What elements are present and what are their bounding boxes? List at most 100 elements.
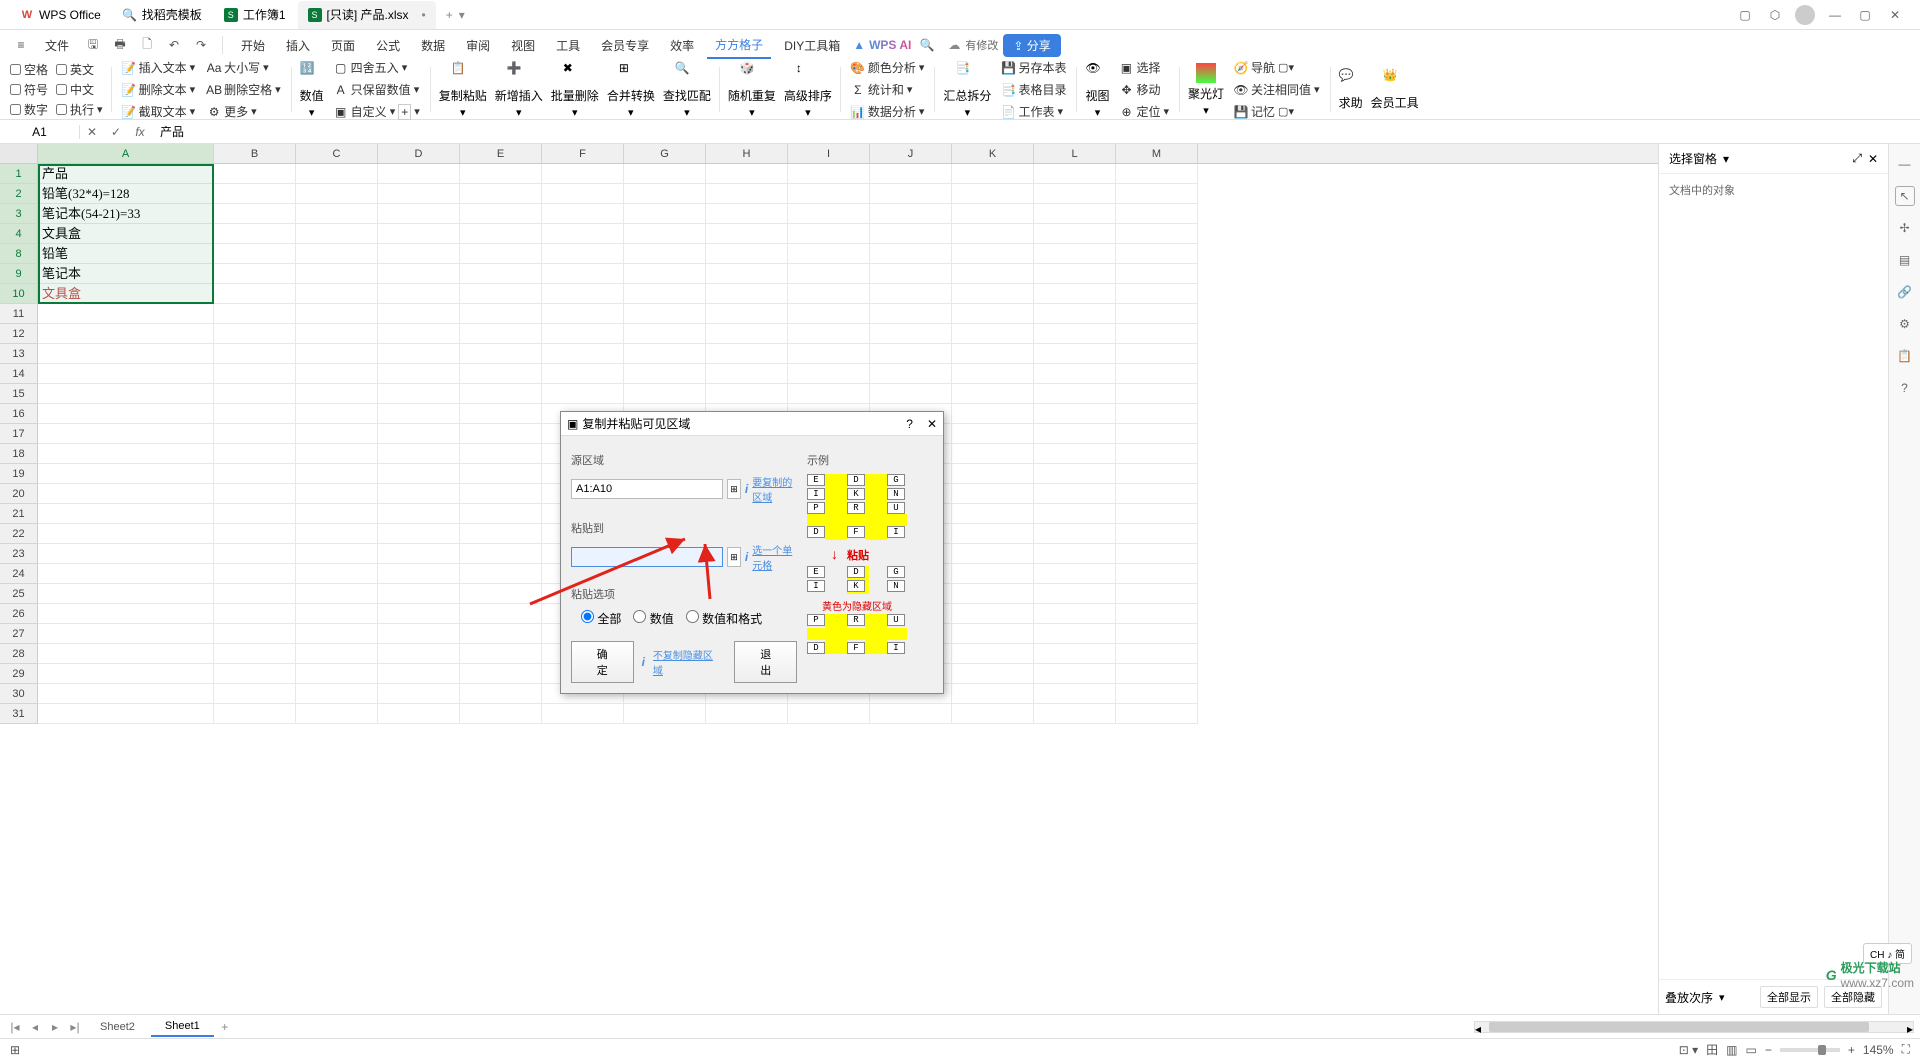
fullscreen-icon[interactable]: ⛶	[1902, 1042, 1910, 1057]
cell[interactable]	[460, 624, 542, 644]
cell[interactable]	[952, 484, 1034, 504]
menu-formula[interactable]: 公式	[368, 33, 408, 58]
cell[interactable]	[706, 184, 788, 204]
cell[interactable]	[542, 304, 624, 324]
source-ref-button[interactable]: ⊞	[727, 479, 741, 499]
cell[interactable]	[624, 244, 706, 264]
cell[interactable]	[214, 544, 296, 564]
cell[interactable]	[1116, 484, 1198, 504]
cell[interactable]	[378, 664, 460, 684]
paste-ref-button[interactable]: ⊞	[727, 547, 741, 567]
cell[interactable]	[378, 544, 460, 564]
cell-A31[interactable]	[38, 704, 214, 724]
cell[interactable]	[542, 284, 624, 304]
cell[interactable]	[214, 644, 296, 664]
cell[interactable]	[214, 304, 296, 324]
cell[interactable]	[378, 264, 460, 284]
cell[interactable]	[296, 584, 378, 604]
cell-A12[interactable]	[38, 324, 214, 344]
cell[interactable]	[1034, 264, 1116, 284]
cell-A10[interactable]: 文具盒	[38, 284, 214, 304]
pointer-icon[interactable]: ↖	[1895, 186, 1915, 206]
cell[interactable]	[952, 464, 1034, 484]
cell[interactable]	[952, 544, 1034, 564]
apps-icon[interactable]: ▢	[1730, 0, 1760, 30]
worksheet-button[interactable]: 📄工作表 ▾	[999, 102, 1068, 121]
fx-icon[interactable]: fx	[128, 125, 152, 139]
insert-button[interactable]: ➕新增插入▾	[495, 61, 543, 119]
save-as-button[interactable]: 💾另存本表	[999, 58, 1068, 77]
cell[interactable]	[624, 184, 706, 204]
cell[interactable]	[788, 304, 870, 324]
sheet-last-icon[interactable]: ▸|	[66, 1020, 84, 1034]
cell[interactable]	[788, 384, 870, 404]
cell[interactable]	[460, 504, 542, 524]
cell[interactable]	[1034, 444, 1116, 464]
data-analysis-button[interactable]: 📊数据分析 ▾	[849, 102, 927, 121]
cell[interactable]	[1034, 324, 1116, 344]
row-head-4[interactable]: 4	[0, 224, 38, 244]
cell[interactable]	[788, 364, 870, 384]
cell[interactable]	[460, 484, 542, 504]
cell[interactable]	[870, 344, 952, 364]
cell[interactable]	[788, 704, 870, 724]
cell[interactable]	[296, 204, 378, 224]
col-L[interactable]: L	[1034, 144, 1116, 163]
row-head-9[interactable]: 9	[0, 264, 38, 284]
cell[interactable]	[624, 324, 706, 344]
round-button[interactable]: ▢四舍五入 ▾	[332, 58, 422, 77]
cell-A22[interactable]	[38, 524, 214, 544]
menu-ffgz[interactable]: 方方格子	[707, 32, 771, 59]
cell[interactable]	[542, 224, 624, 244]
number-button[interactable]: 🔢数值▾	[300, 61, 324, 119]
cell[interactable]	[460, 364, 542, 384]
summary-button[interactable]: 📑汇总拆分▾	[943, 61, 991, 119]
cell[interactable]	[1034, 384, 1116, 404]
cell[interactable]	[624, 224, 706, 244]
cell[interactable]	[1034, 684, 1116, 704]
cell[interactable]	[706, 244, 788, 264]
cell[interactable]	[296, 264, 378, 284]
dialog-help-button[interactable]: ?	[906, 417, 913, 431]
cell[interactable]	[952, 324, 1034, 344]
nav-button[interactable]: 🧭导航 ▢▾	[1232, 58, 1322, 77]
cell[interactable]	[460, 184, 542, 204]
cell[interactable]	[214, 464, 296, 484]
cell-A3[interactable]: 笔记本(54-21)=33	[38, 204, 214, 224]
name-box[interactable]: A1	[0, 125, 80, 139]
formula-input[interactable]: 产品	[152, 123, 1920, 140]
cell[interactable]	[870, 304, 952, 324]
cell-A18[interactable]	[38, 444, 214, 464]
cell[interactable]	[1116, 544, 1198, 564]
case-button[interactable]: Aa大小写 ▾	[205, 58, 283, 77]
cell[interactable]	[214, 284, 296, 304]
cell[interactable]	[378, 424, 460, 444]
minimize-button[interactable]: —	[1820, 0, 1850, 30]
cell[interactable]	[214, 324, 296, 344]
cell[interactable]	[214, 444, 296, 464]
link-icon[interactable]: 🔗	[1895, 282, 1915, 302]
cell[interactable]	[378, 444, 460, 464]
cell[interactable]	[296, 604, 378, 624]
cell[interactable]	[296, 344, 378, 364]
view-page-icon[interactable]: ▥	[1726, 1043, 1737, 1057]
check-execute[interactable]: 执行 ▾	[56, 101, 103, 118]
settings-icon[interactable]: ⚙	[1895, 314, 1915, 334]
cell-A11[interactable]	[38, 304, 214, 324]
view-reading-icon[interactable]: ▭	[1746, 1043, 1757, 1057]
avatar[interactable]	[1790, 0, 1820, 30]
cell[interactable]	[1034, 424, 1116, 444]
cell[interactable]	[214, 424, 296, 444]
cell[interactable]	[1034, 624, 1116, 644]
row-head-21[interactable]: 21	[0, 504, 38, 524]
cell[interactable]	[460, 424, 542, 444]
cell[interactable]	[706, 264, 788, 284]
sheet-tab-sheet1[interactable]: Sheet1	[151, 1017, 214, 1037]
col-D[interactable]: D	[378, 144, 460, 163]
cell[interactable]	[296, 524, 378, 544]
cell[interactable]	[1116, 324, 1198, 344]
cell[interactable]	[1116, 684, 1198, 704]
paste-input[interactable]	[571, 547, 723, 567]
same-val-button[interactable]: 👁关注相同值 ▾	[1232, 80, 1322, 99]
member-tools-button[interactable]: 👑会员工具	[1371, 68, 1419, 111]
